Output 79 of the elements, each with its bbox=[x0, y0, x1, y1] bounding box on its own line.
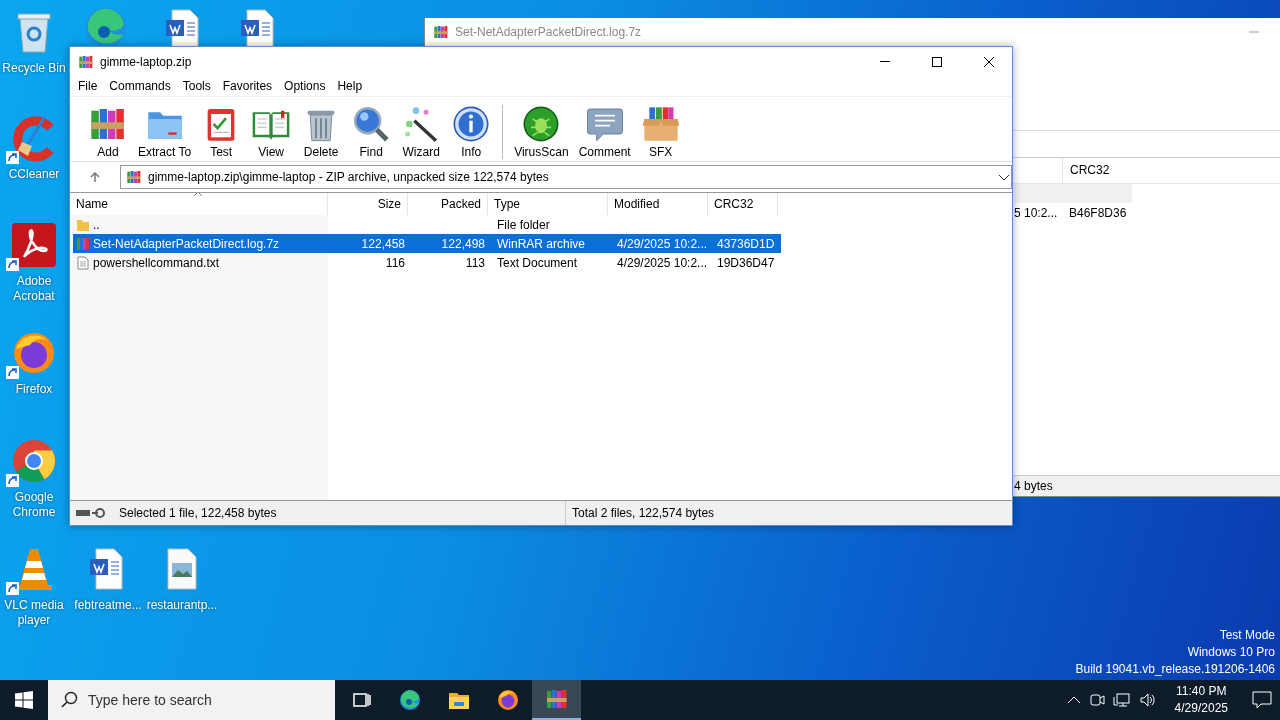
table-cell: 4/29/2025 10:2... bbox=[617, 236, 708, 251]
os-notice-text: Build 19041.vb_release.191206-1406 bbox=[1075, 661, 1275, 678]
table-cell: 122,498 bbox=[441, 236, 485, 251]
archive-icon bbox=[126, 169, 142, 185]
menu-item[interactable]: Commands bbox=[103, 76, 177, 96]
os-notice-text: Test Mode bbox=[1219, 627, 1275, 644]
chrome-icon bbox=[10, 437, 58, 485]
menu-item[interactable]: Help bbox=[331, 76, 369, 96]
table-cell: 116 bbox=[385, 255, 405, 270]
windows-logo-icon bbox=[15, 691, 33, 709]
toolbar-button[interactable]: Info bbox=[448, 104, 495, 159]
column-header[interactable]: Modified bbox=[614, 197, 660, 211]
toolbar-button[interactable]: Test bbox=[198, 104, 245, 159]
file-name: .. bbox=[93, 217, 100, 232]
file-row[interactable]: Set-NetAdapterPacketDirect.log.7z 122,458 122,498 WinRAR archive 4/29/2025 10:2... 43736D1D bbox=[73, 234, 781, 253]
table-cell: Text Document bbox=[497, 255, 578, 270]
toolbar-button[interactable]: Wizard bbox=[398, 104, 445, 159]
clock-time[interactable]: 11:40 PM bbox=[1176, 683, 1227, 700]
table-cell: 122,458 bbox=[361, 236, 405, 251]
column-header[interactable]: Packed bbox=[440, 197, 481, 211]
edge-icon bbox=[397, 688, 422, 712]
column-header[interactable]: CRC32 bbox=[714, 197, 754, 211]
up-arrow-icon[interactable] bbox=[89, 171, 101, 183]
toolbar-button[interactable]: Delete bbox=[298, 104, 345, 159]
search-field[interactable]: Type here to search bbox=[48, 680, 335, 720]
toolbar-button[interactable]: View bbox=[248, 104, 295, 159]
toolbar-button[interactable]: Add bbox=[85, 104, 131, 159]
toolbar-button[interactable]: VirusScan bbox=[511, 104, 572, 159]
window-title: gimme-laptop.zip bbox=[100, 54, 193, 69]
folder-icon bbox=[76, 217, 90, 232]
os-notice-text: Windows 10 Pro bbox=[1187, 644, 1275, 661]
archive-icon bbox=[78, 53, 94, 70]
table-cell: File folder bbox=[497, 217, 550, 232]
file-row[interactable]: .. File folder bbox=[73, 215, 781, 234]
archive-icon bbox=[433, 23, 449, 40]
close-icon bbox=[983, 55, 995, 68]
column-header[interactable]: CRC32 bbox=[1062, 158, 1132, 183]
menu-item[interactable]: File bbox=[72, 76, 104, 96]
maximize-icon bbox=[931, 55, 943, 68]
table-cell: 43736D1D bbox=[717, 236, 775, 251]
table-cell: 19D36D47 bbox=[717, 255, 775, 270]
minimize-icon bbox=[880, 61, 890, 62]
menu-item[interactable]: Tools bbox=[176, 76, 217, 96]
search-icon bbox=[60, 691, 78, 709]
column-header[interactable]: Size bbox=[377, 197, 401, 211]
status-text: Selected 1 file, 122,458 bytes bbox=[119, 506, 277, 520]
toolbar-button[interactable]: SFX bbox=[637, 104, 684, 159]
address-field[interactable]: gimme-laptop.zip\gimme-laptop - ZIP archive, unpacked size 122,574 bytes bbox=[120, 165, 1012, 189]
toolbar-button[interactable]: Comment bbox=[575, 104, 634, 159]
file-name: Set-NetAdapterPacketDirect.log.7z bbox=[93, 236, 280, 251]
table-cell: 113 bbox=[465, 255, 485, 270]
menu-item[interactable]: Options bbox=[278, 76, 332, 96]
chevron-up-icon[interactable] bbox=[1066, 695, 1081, 705]
table-cell: 4/29/2025 10:2... bbox=[617, 255, 708, 270]
table-cell: WinRAR archive bbox=[497, 236, 586, 251]
text-file-icon bbox=[76, 255, 90, 270]
file-row[interactable]: powershellcommand.txt 116 113 Text Document 4/29/2025 10:2... 19D36D47 bbox=[73, 253, 781, 272]
network-icon[interactable] bbox=[1112, 692, 1131, 708]
firefox-icon bbox=[495, 688, 520, 712]
clock-date[interactable]: 4/29/2025 bbox=[1174, 700, 1228, 717]
status-text: Total 2 files, 122,574 bytes bbox=[571, 506, 716, 520]
status-text: 4 bytes bbox=[1014, 479, 1053, 493]
table-cell-text: 5 10:2... bbox=[1014, 205, 1059, 220]
archive-icon bbox=[76, 236, 90, 251]
books-icon bbox=[544, 687, 569, 711]
toolbar-button[interactable]: Find bbox=[348, 104, 395, 159]
column-header[interactable]: Type bbox=[494, 197, 520, 211]
volume-icon[interactable] bbox=[1138, 692, 1157, 708]
table-cell-text: B46F8D36 bbox=[1068, 205, 1128, 220]
toolbar-button[interactable]: Extract To bbox=[135, 104, 195, 159]
box-icon bbox=[640, 104, 681, 144]
notification-icon[interactable] bbox=[1252, 691, 1272, 709]
dropdown-caret-icon bbox=[997, 172, 1011, 182]
webcam-icon[interactable] bbox=[1088, 692, 1105, 708]
column-header[interactable]: Name bbox=[76, 197, 108, 211]
menu-item[interactable]: Favorites bbox=[216, 76, 279, 96]
window-title: Set-NetAdapterPacketDirect.log.7z bbox=[455, 24, 643, 39]
file-name: powershellcommand.txt bbox=[93, 255, 220, 270]
acrobat-icon bbox=[10, 221, 58, 269]
